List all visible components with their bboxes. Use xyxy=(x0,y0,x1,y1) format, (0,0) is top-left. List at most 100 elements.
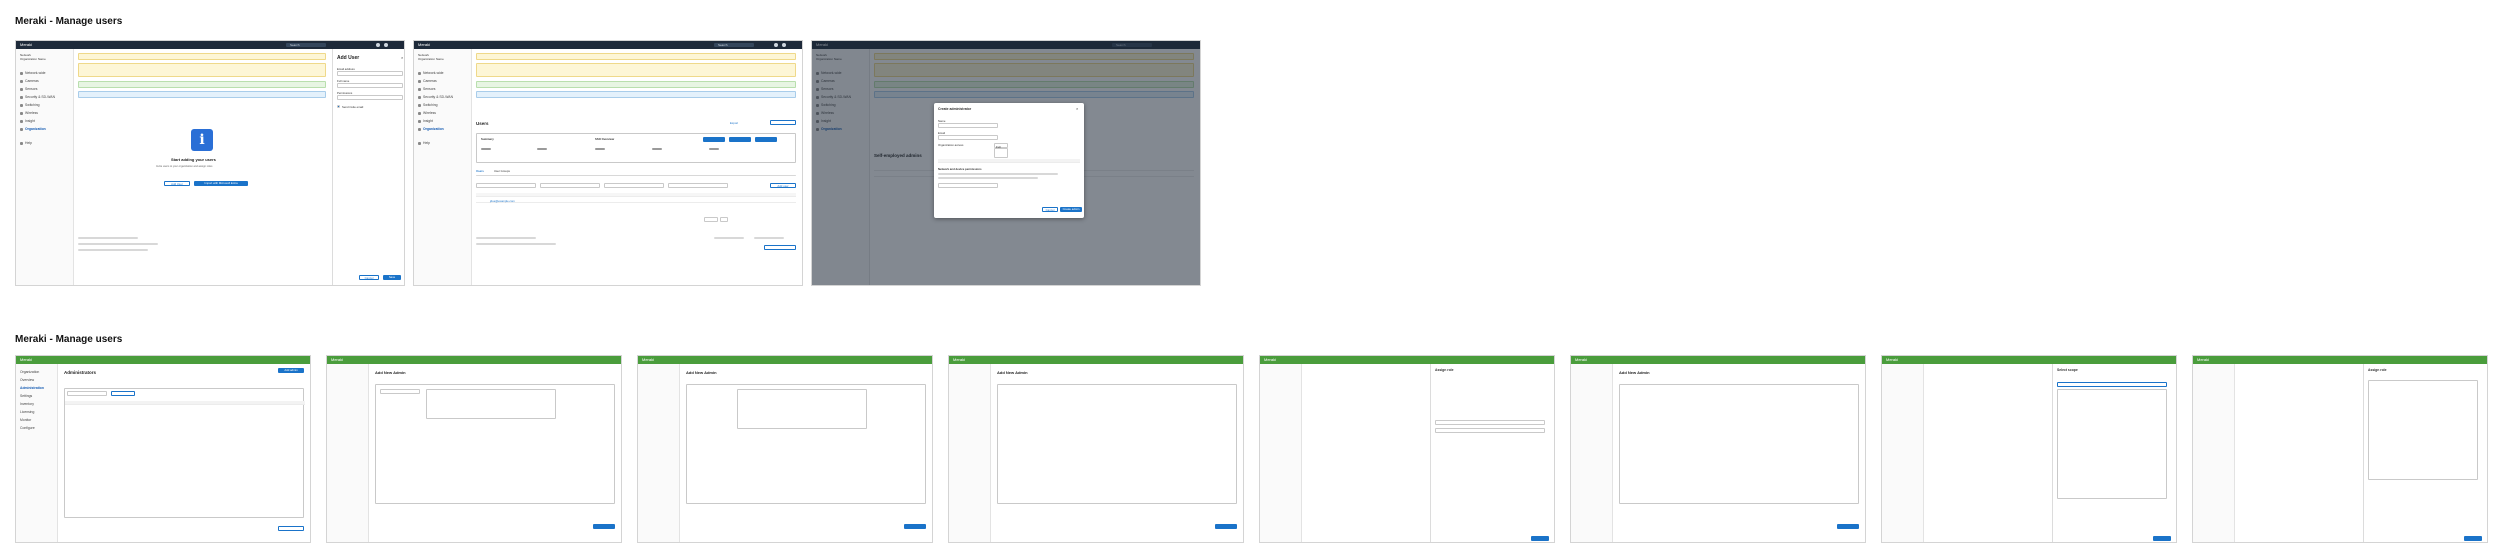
sidebar-item-help[interactable]: Help xyxy=(418,141,430,145)
cancel-button[interactable]: Cancel xyxy=(1042,207,1058,212)
save-button[interactable] xyxy=(2464,536,2482,541)
network-selector[interactable]: NetworkOrganization Name xyxy=(20,53,70,61)
sidebar-item-switching[interactable]: Switching xyxy=(20,103,40,107)
sidebar-item-wireless[interactable]: Wireless xyxy=(418,111,436,115)
sidebar-item-insight[interactable]: Insight xyxy=(20,119,35,123)
close-icon[interactable]: × xyxy=(1076,106,1078,111)
sidebar-item-organization[interactable]: Organization xyxy=(418,127,444,131)
tab-user-groups[interactable]: User Groups xyxy=(494,169,510,173)
sidebar-item-overview[interactable]: Overview xyxy=(20,378,34,382)
scope-search-input[interactable] xyxy=(2057,382,2167,387)
access-dropdown-menu[interactable] xyxy=(994,148,1008,158)
create-button[interactable] xyxy=(1215,524,1237,529)
filter-select[interactable] xyxy=(540,183,600,188)
footer-text xyxy=(476,243,556,245)
warning-banner xyxy=(78,53,326,60)
stat-value xyxy=(595,148,605,150)
sidebar-item-security[interactable]: Security & SD-WAN xyxy=(418,95,453,99)
sidebar-item-settings[interactable]: Settings xyxy=(20,394,32,398)
sidebar-item-sensors[interactable]: Sensors xyxy=(20,87,37,91)
pagination-next[interactable] xyxy=(720,217,728,222)
sidebar xyxy=(638,364,680,542)
name-input[interactable] xyxy=(380,389,420,394)
create-admin-button[interactable]: Create admin xyxy=(1060,207,1082,212)
email-input[interactable] xyxy=(337,71,403,76)
panel-title: Assign role xyxy=(1435,368,1454,372)
role-options[interactable] xyxy=(2368,380,2478,480)
save-button[interactable]: Save xyxy=(383,275,401,280)
filter-select[interactable] xyxy=(111,391,135,396)
close-icon[interactable]: × xyxy=(401,55,403,60)
user-icon[interactable] xyxy=(782,43,786,47)
scope-list[interactable] xyxy=(2057,389,2167,499)
sidebar-item-network-wide[interactable]: Network-wide xyxy=(20,71,46,75)
sidebar xyxy=(2193,364,2235,542)
sidebar-item-organization[interactable]: Organization xyxy=(20,127,46,131)
add-user-button[interactable]: Add user xyxy=(770,183,796,188)
sidebar-item-help[interactable]: Help xyxy=(20,141,32,145)
sidebar-item-inventory[interactable]: Inventory xyxy=(20,402,34,406)
sidebar-item-organization[interactable]: Organization xyxy=(20,370,39,374)
email-input[interactable] xyxy=(938,135,998,140)
sidebar-item-switching[interactable]: Switching xyxy=(418,103,438,107)
save-button[interactable] xyxy=(2153,536,2171,541)
filter-select[interactable] xyxy=(604,183,664,188)
name-input[interactable] xyxy=(938,123,998,128)
top-nav-bar: Meraki xyxy=(2193,356,2487,364)
role-select[interactable] xyxy=(337,95,403,100)
user-icon[interactable] xyxy=(384,43,388,47)
sso-button-3[interactable] xyxy=(755,137,777,142)
sidebar-item-cameras[interactable]: Cameras xyxy=(20,79,39,83)
filter-input[interactable] xyxy=(476,183,536,188)
help-icon[interactable] xyxy=(376,43,380,47)
sidebar-item-cameras[interactable]: Cameras xyxy=(418,79,437,83)
network-select[interactable] xyxy=(938,183,998,188)
more-button[interactable] xyxy=(770,120,796,125)
search-input[interactable] xyxy=(67,391,107,396)
network-selector[interactable]: NetworkOrganization Name xyxy=(418,53,468,61)
empty-state-title: Start adding your users xyxy=(171,157,216,162)
stat-value xyxy=(537,148,547,150)
empty-state-text: Invite users to your organization and as… xyxy=(156,165,213,168)
footer-link[interactable] xyxy=(714,237,744,239)
cancel-button[interactable]: Cancel xyxy=(359,275,379,280)
sidebar-item-insight[interactable]: Insight xyxy=(418,119,433,123)
assign-role-panel: Assign role xyxy=(2363,364,2487,542)
sidebar-item-wireless[interactable]: Wireless xyxy=(20,111,38,115)
user-email[interactable]: jdoe@example.com xyxy=(490,199,515,203)
sso-button-2[interactable] xyxy=(729,137,751,142)
create-button[interactable] xyxy=(904,524,926,529)
sso-button-1[interactable] xyxy=(703,137,725,142)
sidebar-item-administration[interactable]: Administration xyxy=(20,386,44,390)
role-select[interactable] xyxy=(1435,428,1545,433)
invite-checkbox[interactable] xyxy=(337,105,340,108)
save-button[interactable] xyxy=(1531,536,1549,541)
sidebar-item-configure[interactable]: Configure xyxy=(20,426,35,430)
feedback-button[interactable] xyxy=(764,245,796,250)
create-button[interactable] xyxy=(1837,524,1859,529)
sidebar xyxy=(327,364,369,542)
table-row[interactable]: jdoe@example.com xyxy=(476,199,796,203)
help-icon[interactable] xyxy=(774,43,778,47)
sidebar-item-security[interactable]: Security & SD-WAN xyxy=(20,95,55,99)
export-button[interactable] xyxy=(278,526,304,531)
tab-users[interactable]: Users xyxy=(476,169,484,173)
search-input[interactable]: Search xyxy=(714,43,754,47)
name-input[interactable] xyxy=(337,83,403,88)
export-link[interactable]: Export xyxy=(730,121,738,125)
sidebar-item-monitor[interactable]: Monitor xyxy=(20,418,31,422)
sidebar-item-sensors[interactable]: Sensors xyxy=(418,87,435,91)
footer-link[interactable] xyxy=(754,237,784,239)
create-button[interactable] xyxy=(593,524,615,529)
import-entra-button[interactable]: Import with Microsoft Entra xyxy=(194,181,248,186)
add-user-button[interactable]: Add User xyxy=(164,181,190,186)
pagination-select[interactable] xyxy=(704,217,718,222)
add-admin-button[interactable]: Add admin xyxy=(278,368,304,373)
role-select[interactable] xyxy=(1435,420,1545,425)
sidebar-item-licensing[interactable]: Licensing xyxy=(20,410,34,414)
filter-select[interactable] xyxy=(668,183,728,188)
sidebar-item-network-wide[interactable]: Network-wide xyxy=(418,71,444,75)
warning-banner-2 xyxy=(78,63,326,77)
section-label: Network and device permissions xyxy=(938,167,982,171)
search-input[interactable]: Search xyxy=(286,43,326,47)
